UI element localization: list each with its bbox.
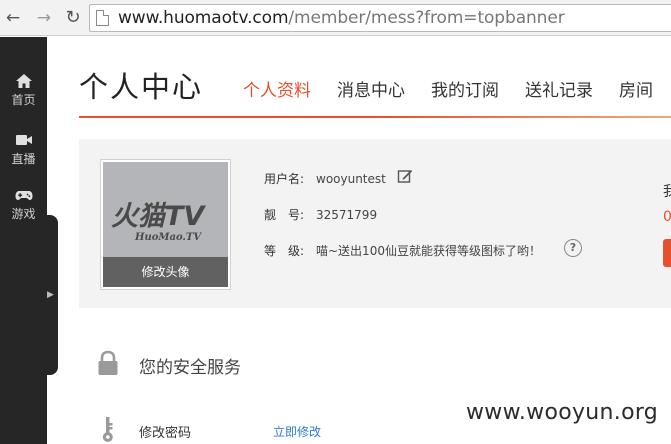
gamepad-icon bbox=[15, 191, 32, 200]
profile-card: 火猫TV HuoMao.TV 修改头像 用户名: wooyuntest 靓 号: 3… bbox=[79, 139, 671, 308]
level-row: 等 级: 喵~送出100仙豆就能获得等级图标了哟！ bbox=[264, 242, 541, 259]
tab-subscriptions[interactable]: 我的订阅 bbox=[431, 76, 499, 101]
sidebar: 首页 直播 游戏 bbox=[0, 37, 47, 444]
browser-toolbar: ← → ↻ www.huomaotv.com/member/mess?from=… bbox=[0, 0, 671, 36]
help-icon[interactable]: ? bbox=[564, 239, 582, 257]
username-row: 用户名: wooyuntest bbox=[264, 170, 386, 187]
sidebar-item-home[interactable]: 首页 bbox=[0, 73, 47, 108]
video-icon bbox=[15, 135, 32, 145]
username-value: wooyuntest bbox=[316, 172, 386, 186]
tab-messages[interactable]: 消息中心 bbox=[337, 76, 405, 101]
address-bar[interactable]: www.huomaotv.com/member/mess?from=topban… bbox=[89, 4, 671, 32]
level-label: 等 级: bbox=[264, 244, 305, 258]
id-label: 靓 号: bbox=[264, 208, 305, 222]
back-arrow-icon[interactable]: ← bbox=[2, 7, 24, 29]
avatar-frame: 火猫TV HuoMao.TV 修改头像 bbox=[100, 159, 231, 290]
id-value: 32571799 bbox=[316, 208, 378, 222]
avatar[interactable]: 火猫TV HuoMao.TV 修改头像 bbox=[103, 162, 228, 287]
url-path: /member/mess?from=topbanner bbox=[288, 8, 565, 28]
sidebar-item-live[interactable]: 直播 bbox=[0, 132, 47, 167]
lock-icon bbox=[98, 350, 118, 375]
svg-text:HuoMao.TV: HuoMao.TV bbox=[134, 232, 202, 243]
right-panel-button[interactable] bbox=[663, 239, 671, 267]
tab-bar: 个人资料 消息中心 我的订阅 送礼记录 房间 bbox=[243, 76, 671, 101]
edit-icon[interactable] bbox=[397, 168, 413, 184]
level-value: 喵~送出100仙豆就能获得等级图标了哟！ bbox=[316, 244, 541, 258]
reload-icon[interactable]: ↻ bbox=[62, 7, 84, 29]
page-title: 个人中心 bbox=[79, 70, 204, 104]
security-title: 您的安全服务 bbox=[139, 358, 241, 378]
page-icon bbox=[96, 10, 109, 26]
tab-profile[interactable]: 个人资料 bbox=[243, 76, 311, 101]
header-divider bbox=[79, 116, 671, 118]
username-label: 用户名: bbox=[264, 172, 305, 186]
key-icon bbox=[102, 417, 113, 442]
huomao-logo-icon: 火猫TV HuoMao.TV bbox=[111, 201, 206, 243]
url-text[interactable]: www.huomaotv.com/member/mess?from=topban… bbox=[118, 8, 565, 28]
watermark: www.wooyun.org bbox=[466, 400, 659, 425]
sidebar-item-label: 直播 bbox=[11, 152, 36, 166]
tab-room[interactable]: 房间 bbox=[619, 76, 653, 101]
sidebar-item-label: 首页 bbox=[11, 93, 36, 107]
url-host: www.huomaotv.com bbox=[118, 8, 289, 28]
id-row: 靓 号: 32571799 bbox=[264, 206, 377, 223]
forward-arrow-icon[interactable]: → bbox=[33, 7, 55, 29]
chevron-right-icon[interactable]: ▶ bbox=[47, 290, 54, 300]
change-avatar-button[interactable]: 修改头像 bbox=[103, 257, 228, 287]
change-password-label: 修改密码 bbox=[139, 426, 192, 441]
right-panel-count: 0 bbox=[663, 209, 671, 225]
tab-gift-records[interactable]: 送礼记录 bbox=[525, 76, 593, 101]
change-password-link[interactable]: 立即修改 bbox=[273, 423, 321, 440]
svg-text:火猫TV: 火猫TV bbox=[111, 201, 206, 232]
home-icon bbox=[15, 74, 32, 88]
right-panel-text: 我 bbox=[663, 184, 671, 200]
sidebar-item-label: 游戏 bbox=[11, 207, 36, 221]
sidebar-item-game[interactable]: 游戏 bbox=[0, 187, 47, 222]
